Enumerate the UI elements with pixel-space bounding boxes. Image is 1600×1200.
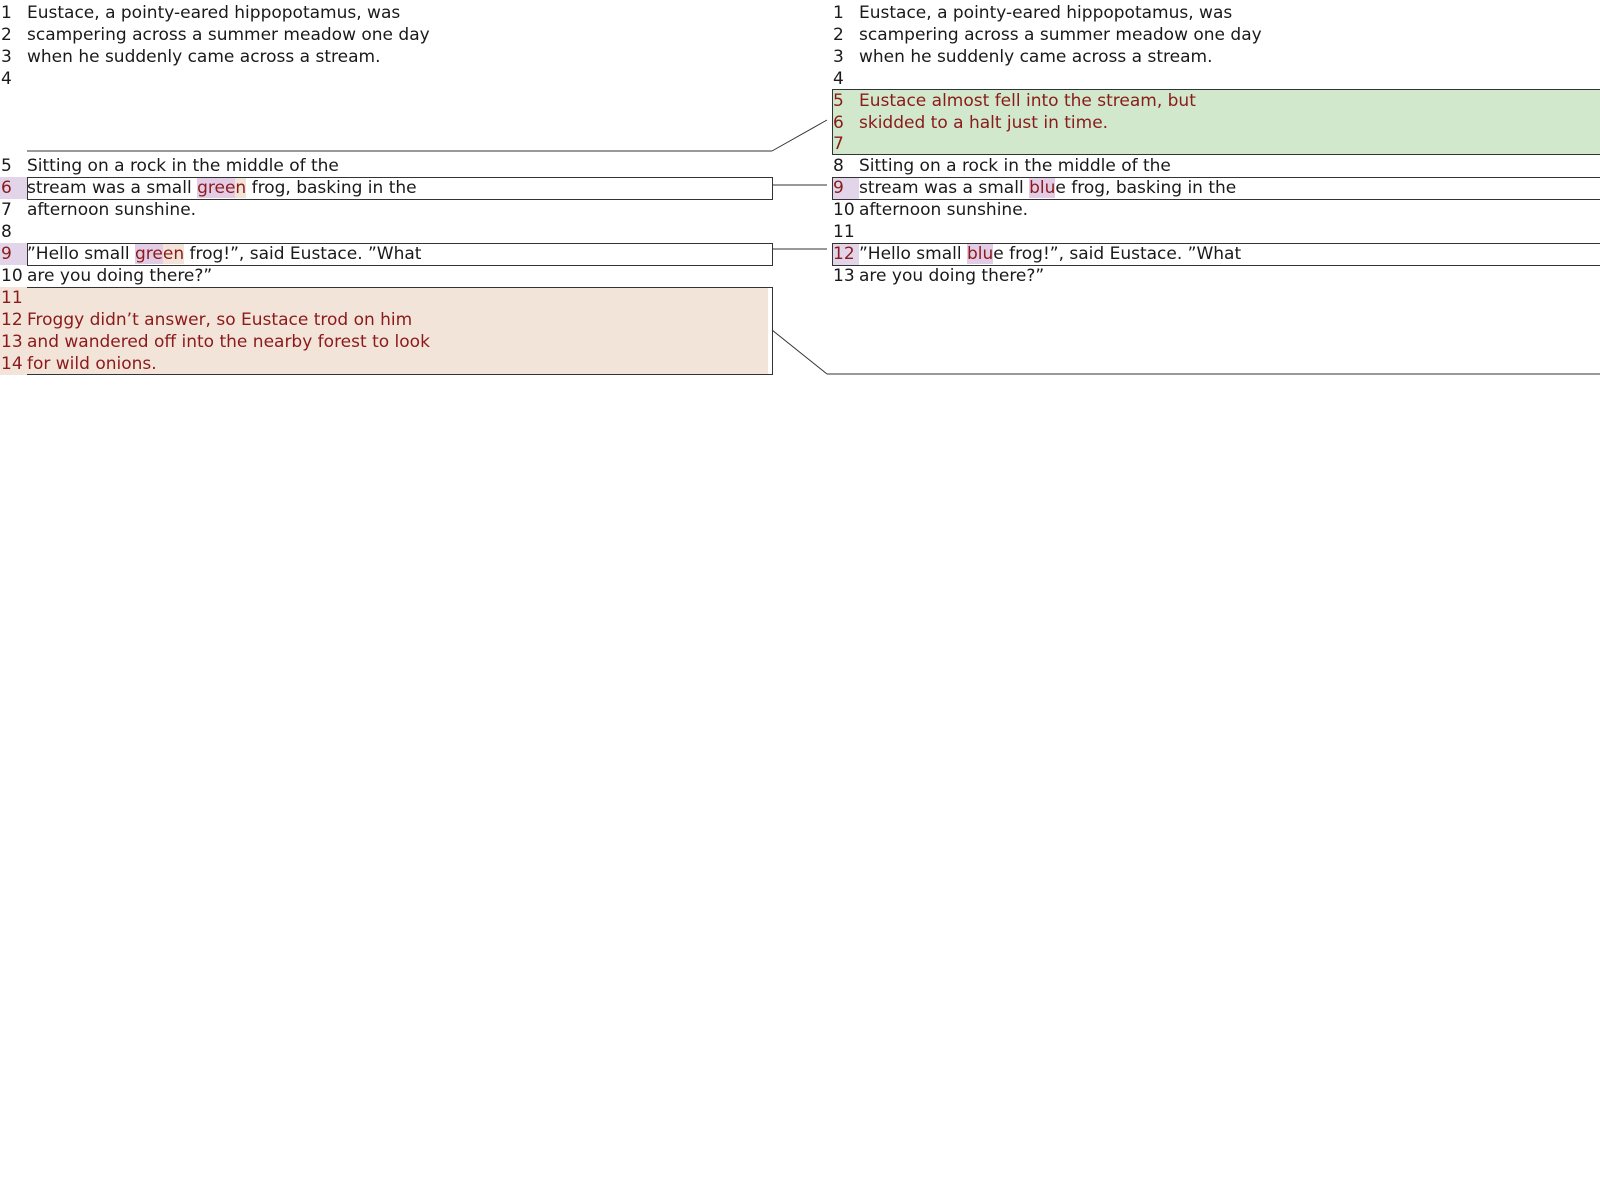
deleted-line: 12 Froggy didn’t answer, so Eustace trod… [0,309,780,331]
deleted-line: 11 [0,287,780,309]
text-segment: frog!”, said Eustace. ”What [184,244,422,264]
line-number: 1 [1,3,12,23]
line-number: 5 [833,91,844,111]
line-number: 2 [833,25,844,45]
left-line: 4 [0,68,780,90]
line-number: 2 [1,25,12,45]
deleted-line: 14 for wild onions. [0,353,780,375]
line-number: 4 [1,69,12,89]
changed-word: gre [135,244,163,264]
right-line: 8 Sitting on a rock in the middle of the [832,155,1600,177]
line-text: Eustace, a pointy-eared hippopotamus, wa… [859,3,1233,23]
right-line: 11 [832,221,1600,243]
line-number: 9 [832,177,859,199]
line-text: Eustace almost fell into the stream, but [859,91,1196,111]
line-text: stream was a small green frog, basking i… [27,177,417,199]
text-segment: ”Hello small [859,244,967,264]
line-text: and wandered off into the nearby forest … [27,332,430,352]
changed-word: blu [1029,178,1056,198]
line-number: 12 [832,243,859,265]
line-number: 14 [1,354,23,374]
text-segment: stream was a small [859,178,1030,198]
right-pane[interactable]: 1 Eustace, a pointy-eared hippopotamus, … [832,0,1600,400]
changed-word-tail: en [162,244,185,264]
changed-word: blu [967,244,994,264]
changed-word-tail: e [1055,178,1066,198]
right-line: 1 Eustace, a pointy-eared hippopotamus, … [832,2,1600,24]
line-text: scampering across a summer meadow one da… [27,25,430,45]
line-number: 4 [833,69,844,89]
line-text: ”Hello small blue frog!”, said Eustace. … [859,243,1241,265]
line-text: Eustace, a pointy-eared hippopotamus, wa… [27,3,401,23]
right-line: 3 when he suddenly came across a stream. [832,46,1600,68]
line-text: skidded to a halt just in time. [859,113,1109,133]
text-segment: ”Hello small [27,244,135,264]
left-line: 8 [0,221,780,243]
changed-word-tail: e [993,244,1004,264]
line-number: 6 [0,177,27,199]
line-number: 7 [833,134,844,154]
right-line: 13 are you doing there?” [832,265,1600,287]
inserted-line: 6 skidded to a halt just in time. [832,112,1600,134]
line-number: 9 [0,243,27,265]
line-text: Froggy didn’t answer, so Eustace trod on… [27,310,413,330]
text-segment: frog!”, said Eustace. ”What [1003,244,1242,264]
right-line: 4 [832,68,1600,90]
left-line: 2 scampering across a summer meadow one … [0,24,780,46]
line-number: 10 [833,200,855,220]
line-number: 11 [1,288,23,308]
changed-word-tail: n [235,178,247,198]
line-number: 8 [833,156,844,176]
line-text: afternoon sunshine. [859,200,1029,220]
line-number: 12 [1,310,23,330]
line-number: 11 [833,222,855,242]
line-number: 5 [1,156,12,176]
left-line: 5 Sitting on a rock in the middle of the [0,155,780,177]
text-segment: frog, basking in the [246,178,417,198]
line-number: 10 [1,266,23,286]
right-changed-line: 12 ”Hello small blue frog!”, said Eustac… [832,243,1600,265]
line-text: Sitting on a rock in the middle of the [27,156,339,176]
line-text: scampering across a summer meadow one da… [859,25,1262,45]
left-line: 1 Eustace, a pointy-eared hippopotamus, … [0,2,780,24]
left-line: 10 are you doing there?” [0,265,780,287]
left-changed-line: 9 ”Hello small green frog!”, said Eustac… [0,243,780,265]
inserted-line: 5 Eustace almost fell into the stream, b… [832,90,1600,112]
line-number: 3 [833,47,844,67]
right-line: 2 scampering across a summer meadow one … [832,24,1600,46]
line-text: when he suddenly came across a stream. [27,47,381,67]
connector-delete-diag [771,329,828,375]
line-number: 1 [833,3,844,23]
line-text: are you doing there?” [859,266,1045,286]
left-pane[interactable]: 1 Eustace, a pointy-eared hippopotamus, … [0,0,780,400]
line-text: for wild onions. [27,354,157,374]
text-segment: frog, basking in the [1065,178,1237,198]
left-line: 7 afternoon sunshine. [0,199,780,221]
deleted-line: 13 and wandered off into the nearby fore… [0,331,780,353]
line-text: ”Hello small green frog!”, said Eustace.… [27,243,421,265]
text-segment: stream was a small [27,178,198,198]
line-number: 8 [1,222,12,242]
inserted-line: 7 [832,133,1600,155]
left-line: 3 when he suddenly came across a stream. [0,46,780,68]
right-changed-line: 9 stream was a small blue frog, basking … [832,177,1600,199]
line-number: 13 [1,332,23,352]
line-text: afternoon sunshine. [27,200,197,220]
line-text: when he suddenly came across a stream. [859,47,1213,67]
line-text: are you doing there?” [27,266,213,286]
line-number: 3 [1,47,12,67]
line-text: Sitting on a rock in the middle of the [859,156,1171,176]
line-text: stream was a small blue frog, basking in… [859,177,1236,199]
right-line: 10 afternoon sunshine. [832,199,1600,221]
changed-word: gree [197,178,236,198]
left-changed-line: 6 stream was a small green frog, basking… [0,177,780,199]
connector-insert-diag [771,119,828,152]
line-number: 7 [1,200,12,220]
line-number: 6 [833,113,844,133]
line-number: 13 [833,266,855,286]
